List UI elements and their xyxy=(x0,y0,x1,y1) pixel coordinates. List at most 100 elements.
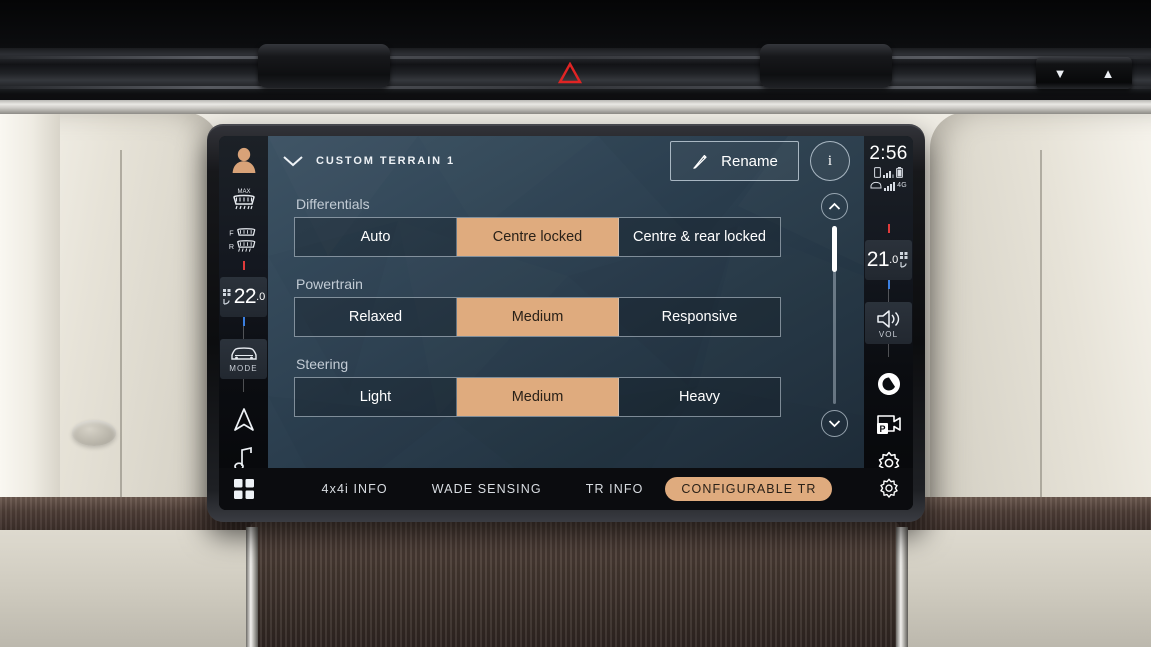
pod-down-icon[interactable]: ▼ xyxy=(1054,67,1067,80)
chrome-strip-left xyxy=(246,527,258,647)
status-indicators: 4G xyxy=(870,167,907,191)
status-row-modem: 4G xyxy=(870,180,907,191)
segment-steering-1[interactable]: Medium xyxy=(457,378,619,416)
pod-up-icon[interactable]: ▲ xyxy=(1102,67,1115,80)
tab-4x4i-info[interactable]: 4x4i INFO xyxy=(300,477,410,501)
group-label-differentials: Differentials xyxy=(296,196,370,212)
user-avatar-icon[interactable] xyxy=(229,145,259,175)
temp-tick-hot-left xyxy=(242,261,245,270)
group-powertrain: Powertrain Relaxed Medium Responsive xyxy=(294,276,864,337)
segment-steering-0[interactable]: Light xyxy=(295,378,457,416)
svg-text:F: F xyxy=(229,230,234,238)
tab-wade-sensing[interactable]: WADE SENSING xyxy=(410,477,564,501)
rename-button[interactable]: Rename xyxy=(670,141,799,181)
segmented-control-powertrain: Relaxed Medium Responsive xyxy=(294,297,781,337)
door-speaker xyxy=(72,420,116,446)
signal-bars-icon xyxy=(883,170,894,178)
segment-differentials-1[interactable]: Centre locked xyxy=(457,218,619,256)
temp-tick-cold-right xyxy=(887,280,890,289)
car-modem-icon xyxy=(870,181,882,189)
pencil-icon xyxy=(693,154,707,169)
volume-label: VOL xyxy=(878,329,899,339)
temperature-value-left: 22 xyxy=(233,285,257,308)
temperature-value-right: 21 xyxy=(866,248,890,271)
group-label-powertrain: Powertrain xyxy=(296,276,363,292)
door-pillar-left xyxy=(0,112,60,532)
fan-icon-right xyxy=(900,252,908,268)
front-rear-defrost-icon[interactable]: F R xyxy=(227,223,261,257)
info-button[interactable]: i xyxy=(810,141,850,181)
rail-divider-right-1 xyxy=(888,289,889,302)
terrain-response-panel: CUSTOM TERRAIN 1 Rename i Differentials … xyxy=(268,136,864,510)
speaker-icon xyxy=(876,309,899,328)
volume-tile[interactable]: VOL xyxy=(865,302,912,344)
voice-assistant-icon[interactable] xyxy=(872,371,906,397)
temp-tick-hot-right xyxy=(887,224,890,233)
segment-differentials-0[interactable]: Auto xyxy=(295,218,457,256)
segment-differentials-2[interactable]: Centre & rear locked xyxy=(619,218,780,256)
svg-text:P: P xyxy=(879,424,885,434)
segment-powertrain-0[interactable]: Relaxed xyxy=(295,298,457,336)
scrollbar[interactable] xyxy=(819,193,849,437)
screenshot-root: ▼ ▲ MAX F R 22 .0 MODE CUSTOM TERRAIN 1 … xyxy=(0,0,1151,647)
segment-powertrain-1[interactable]: Medium xyxy=(457,298,619,336)
tab-tr-info[interactable]: TR INFO xyxy=(564,477,666,501)
parking-camera-icon[interactable]: P xyxy=(872,411,906,437)
signal-bars-icon-modem xyxy=(884,181,896,191)
status-row-phone xyxy=(874,167,903,178)
group-steering: Steering Light Medium Heavy xyxy=(294,356,864,417)
vent-knob-left[interactable] xyxy=(258,44,390,88)
rename-label: Rename xyxy=(721,152,778,170)
right-status-rail: 2:56 4G 21 .0 VOL P xyxy=(864,136,913,510)
group-differentials: Differentials Auto Centre locked Centre … xyxy=(294,196,864,257)
scrollbar-thumb[interactable] xyxy=(831,226,837,272)
left-climate-rail: MAX F R 22 .0 MODE xyxy=(219,136,268,510)
tab-configurable-tr[interactable]: CONFIGURABLE TR xyxy=(665,477,833,501)
svg-text:R: R xyxy=(228,243,233,251)
settings-button-bottom[interactable] xyxy=(864,468,913,510)
infotainment-screen: MAX F R 22 .0 MODE CUSTOM TERRAIN 1 Rena… xyxy=(219,136,913,510)
seat-seam-right xyxy=(1040,150,1042,510)
svg-text:MAX: MAX xyxy=(237,189,250,195)
chrome-strip-right xyxy=(896,527,908,647)
scroll-up-button[interactable] xyxy=(820,193,848,220)
temperature-tile-right[interactable]: 21 .0 xyxy=(865,240,912,280)
settings-body: Differentials Auto Centre locked Centre … xyxy=(268,186,864,510)
dashboard-trim xyxy=(0,100,1151,114)
phone-icon xyxy=(874,167,881,178)
car-front-icon xyxy=(230,346,257,360)
segment-steering-2[interactable]: Heavy xyxy=(619,378,780,416)
panel-topbar: CUSTOM TERRAIN 1 Rename i xyxy=(268,136,864,186)
climate-mode-tile[interactable]: MODE xyxy=(220,339,267,379)
seat-seam-left xyxy=(120,150,122,510)
page-title: CUSTOM TERRAIN 1 xyxy=(316,155,455,167)
network-type-label: 4G xyxy=(897,182,907,189)
temperature-tile-left[interactable]: 22 .0 xyxy=(220,277,267,317)
vent-knob-right[interactable] xyxy=(760,44,892,88)
max-defrost-icon[interactable]: MAX xyxy=(227,186,261,212)
bottom-tab-bar: 4x4i INFO WADE SENSING TR INFO CONFIGURA… xyxy=(268,468,864,510)
apps-button[interactable] xyxy=(219,468,268,510)
hazard-triangle-icon[interactable] xyxy=(558,62,582,84)
segment-powertrain-2[interactable]: Responsive xyxy=(619,298,780,336)
gear-icon-bottom xyxy=(879,478,898,498)
vent-line-bottom xyxy=(0,86,1151,89)
navigation-arrow-icon[interactable] xyxy=(227,406,261,432)
segmented-control-differentials: Auto Centre locked Centre & rear locked xyxy=(294,217,781,257)
temperature-decimal-left: .0 xyxy=(256,291,266,303)
rail-divider-left-2 xyxy=(243,379,244,392)
clock: 2:56 xyxy=(869,143,908,164)
temperature-decimal-right: .0 xyxy=(889,254,899,266)
fan-icon-left xyxy=(222,289,231,305)
chevron-down-icon[interactable] xyxy=(280,148,306,174)
segmented-control-steering: Light Medium Heavy xyxy=(294,377,781,417)
climate-mode-label: MODE xyxy=(229,363,258,373)
centre-console-wood xyxy=(250,521,900,647)
scrollbar-track[interactable] xyxy=(831,226,837,404)
group-label-steering: Steering xyxy=(296,356,349,372)
rail-divider-left-1 xyxy=(243,326,244,339)
scroll-down-button[interactable] xyxy=(820,410,848,437)
rail-divider-right-2 xyxy=(888,344,889,357)
vent-line-top xyxy=(0,56,1151,59)
dashboard-control-pod[interactable]: ▼ ▲ xyxy=(1036,57,1132,89)
